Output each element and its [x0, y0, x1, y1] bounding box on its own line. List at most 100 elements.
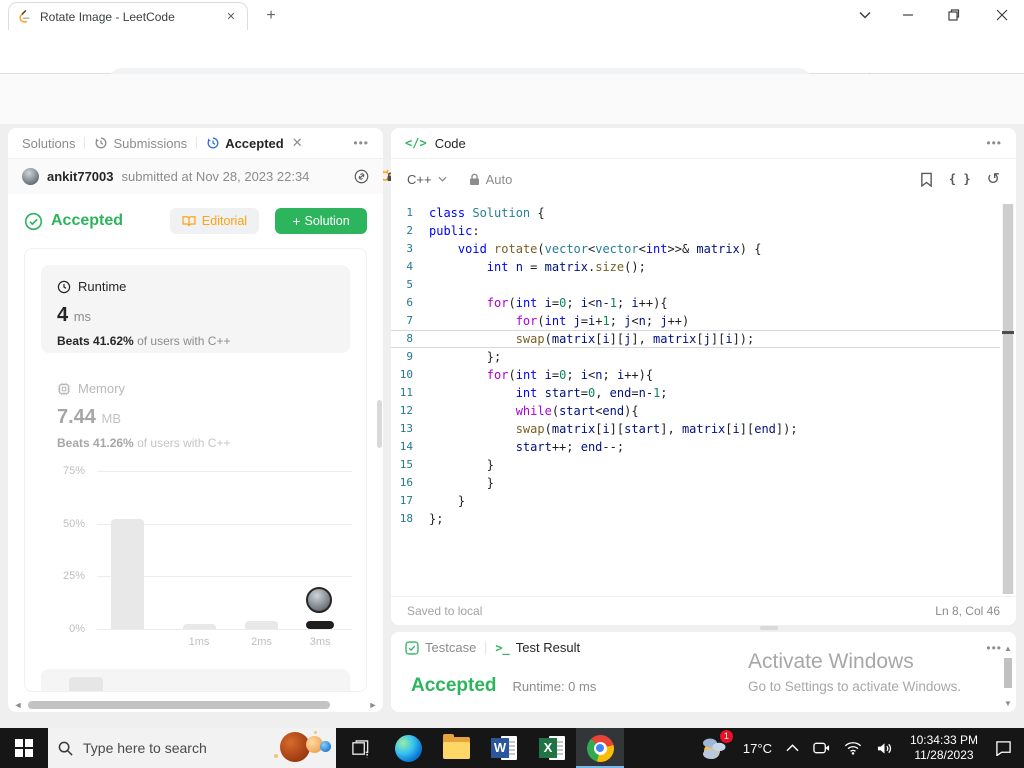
code-editor[interactable]: 1 class Solution {2 public: 3 void rotate(v…	[391, 204, 1000, 595]
code-icon: </>	[405, 136, 427, 150]
window-minimize-button[interactable]	[888, 0, 928, 30]
meet-now-icon[interactable]	[806, 728, 837, 768]
result-status: Accepted	[51, 212, 124, 229]
cursor-position[interactable]: Ln 8, Col 46	[935, 604, 1000, 618]
tab-submissions[interactable]: Submissions	[94, 136, 187, 151]
system-tray: 1 17°C 10:34:33 PM 11/28/2023	[692, 728, 1024, 768]
tab-close-icon[interactable]: ✕	[223, 9, 239, 25]
tray-expand-chevron-icon[interactable]	[779, 728, 806, 768]
code-line: 5	[406, 278, 413, 291]
clock-icon	[57, 280, 71, 293]
volume-icon[interactable]	[869, 728, 900, 768]
tab-test-result[interactable]: >_ Test Result	[495, 640, 580, 655]
leetcode-favicon	[17, 9, 32, 24]
code-line: 4 int n = matrix.size();	[406, 260, 646, 274]
editorial-button[interactable]: Editorial	[170, 208, 259, 234]
code-line: 8 swap(matrix[i][j], matrix[j][i]);	[391, 330, 1000, 348]
browser-titlebar: Rotate Image - LeetCode ✕ +	[0, 0, 1024, 30]
taskbar-app-chrome[interactable]	[576, 728, 624, 768]
test-panel-scrollbar[interactable]: ▲ ▼	[1003, 644, 1013, 708]
submission-panel: Solutions Submissions Accepted ✕ ••• ank…	[8, 128, 383, 712]
code-line-text: }	[429, 476, 495, 490]
submitter-username[interactable]: ankit77003	[47, 169, 114, 184]
chart-bar[interactable]	[244, 620, 278, 629]
temperature-label[interactable]: 17°C	[736, 728, 779, 768]
code-line-text: int n = matrix.size();	[486, 260, 646, 274]
code-line: 13 swap(matrix[i][start], matrix[i][end]…	[399, 422, 798, 436]
checkbox-check-icon	[405, 640, 419, 655]
code-line: 7 for(int j=i+1; j<n; j++)	[406, 314, 690, 328]
weather-widget[interactable]: 1	[692, 728, 736, 768]
auto-mode-label[interactable]: Auto	[486, 172, 513, 187]
left-panel-horizontal-scrollbar[interactable]: ◄ ►	[12, 699, 379, 711]
code-more-icon[interactable]: •••	[986, 136, 1002, 150]
chart-bar[interactable]	[182, 623, 216, 629]
task-view-button[interactable]	[336, 728, 384, 768]
window-restore-button[interactable]	[934, 0, 974, 30]
save-status: Saved to local	[407, 604, 483, 618]
language-select[interactable]: C++	[407, 172, 432, 187]
code-line-text: class Solution {	[429, 206, 545, 220]
book-icon	[182, 216, 196, 227]
taskbar-clock[interactable]: 10:34:33 PM 11/28/2023	[900, 728, 988, 768]
taskbar-app-edge[interactable]	[384, 728, 432, 768]
code-line: 10 for(int i=0; i<n; i++){	[399, 368, 654, 382]
your-submission-marker	[306, 586, 333, 613]
runtime-stat[interactable]: Runtime 4 ms Beats 41.62% of users with …	[41, 265, 350, 353]
code-line-text: int start=0, end=n-1;	[515, 386, 668, 400]
clock-date: 11/28/2023	[914, 748, 974, 762]
taskbar-search-box[interactable]	[48, 728, 336, 768]
test-more-icon[interactable]: •••	[986, 641, 1002, 655]
scroll-left-icon[interactable]: ◄	[12, 700, 24, 710]
taskbar-app-word[interactable]: W	[480, 728, 528, 768]
browser-tab[interactable]: Rotate Image - LeetCode ✕	[8, 2, 248, 30]
terminal-icon: >_	[495, 640, 510, 655]
format-braces-icon[interactable]: { }	[949, 172, 971, 186]
wifi-icon[interactable]	[837, 728, 869, 768]
code-line: 12 while(start<end){	[399, 404, 639, 418]
hscroll-thumb[interactable]	[28, 701, 330, 709]
y-axis-label: 75%	[62, 465, 85, 477]
panel-resize-handle[interactable]	[760, 626, 778, 630]
bookmark-icon[interactable]	[920, 172, 933, 187]
leetcode-header: Problem List Run Submit ⚙ 0	[0, 74, 1024, 188]
tab-close-icon[interactable]: ✕	[292, 135, 303, 151]
search-input[interactable]	[83, 740, 253, 756]
tab-solutions[interactable]: Solutions	[22, 136, 75, 151]
panel-more-icon[interactable]: •••	[353, 136, 369, 150]
left-panel-vertical-scrollbar[interactable]	[377, 400, 382, 448]
scroll-down-icon: ▼	[1004, 699, 1012, 708]
plus-icon: +	[292, 213, 301, 229]
code-line: 11 int start=0, end=n-1;	[399, 386, 668, 400]
x-axis-label: 1ms	[188, 636, 210, 648]
tab-title: Rotate Image - LeetCode	[40, 9, 175, 24]
tab-accepted[interactable]: Accepted ✕	[206, 135, 303, 151]
memory-stat[interactable]: Memory 7.44 MB Beats 41.26% of users wit…	[41, 367, 350, 455]
start-button[interactable]	[0, 728, 48, 768]
reset-code-icon[interactable]: ↺	[987, 169, 1000, 189]
copy-link-icon[interactable]	[354, 169, 369, 184]
browser-toolbar	[0, 30, 1024, 97]
current-line-marker	[1002, 331, 1014, 334]
tab-testcase[interactable]: Testcase	[405, 640, 476, 655]
weather-badge: 1	[719, 730, 733, 743]
tab-search-chevron-icon[interactable]	[845, 0, 885, 30]
code-line: 2 public:	[406, 224, 480, 238]
editor-scrollbar[interactable]	[1002, 204, 1014, 594]
code-line: 6 for(int i=0; i<n-1; i++){	[406, 296, 668, 310]
add-solution-button[interactable]: + Solution	[275, 208, 367, 234]
action-center-icon[interactable]	[988, 728, 1024, 768]
code-line-text: while(start<end){	[515, 404, 639, 418]
taskbar-app-explorer[interactable]	[432, 728, 480, 768]
test-result-status: Accepted	[411, 675, 497, 696]
window-close-button[interactable]	[982, 0, 1022, 30]
chart-bar[interactable]	[111, 519, 145, 629]
excel-icon: X	[539, 735, 565, 761]
memory-chip-icon	[57, 382, 71, 395]
chart-bar[interactable]	[306, 620, 335, 629]
stats-card: Runtime 4 ms Beats 41.62% of users with …	[24, 248, 367, 692]
new-tab-button[interactable]: +	[262, 7, 280, 25]
runtime-distribution-chart[interactable]: 75% 50% 25% 0% 1ms 2ms 3ms	[25, 463, 366, 653]
taskbar-app-excel[interactable]: X	[528, 728, 576, 768]
scroll-right-icon[interactable]: ►	[367, 700, 379, 710]
